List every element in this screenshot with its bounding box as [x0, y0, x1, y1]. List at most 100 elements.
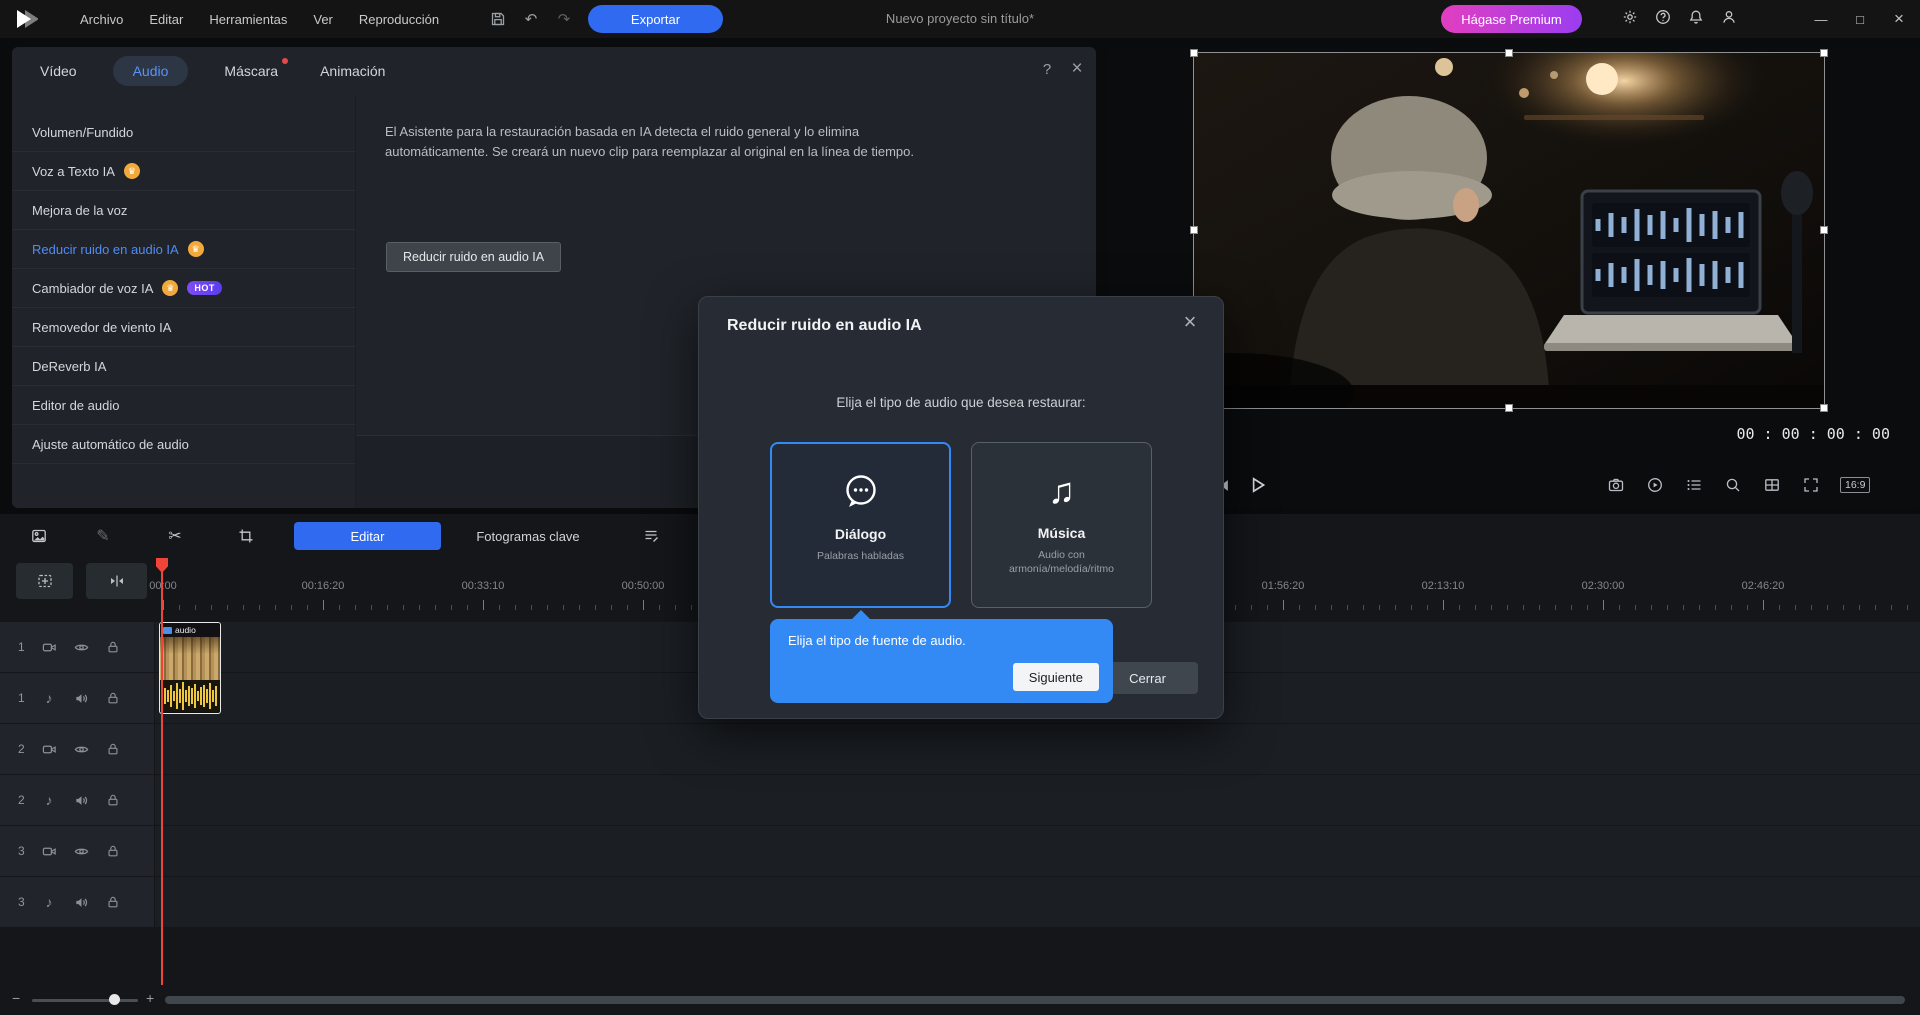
- toggle-visibility-eye-icon[interactable]: [72, 638, 90, 656]
- aspect-ratio-button[interactable]: 16:9: [1840, 477, 1870, 493]
- sidebar-item-editor-audio[interactable]: Editor de audio: [12, 386, 355, 425]
- markers-list-icon[interactable]: [1684, 475, 1704, 495]
- keyframes-tab[interactable]: Fotogramas clave: [447, 522, 609, 550]
- snapshot-camera-icon[interactable]: [1606, 475, 1626, 495]
- zoom-slider-track[interactable]: [32, 999, 138, 1002]
- option-sublabel: Palabras habladas: [786, 549, 936, 563]
- lock-track-icon[interactable]: [104, 740, 122, 758]
- timeline-horizontal-scrollbar[interactable]: [165, 996, 1905, 1004]
- track-lane[interactable]: [155, 826, 1920, 876]
- sidebar-item-removedor-viento[interactable]: Removedor de viento IA: [12, 308, 355, 347]
- zoom-in-icon[interactable]: +: [146, 990, 154, 1006]
- preview-panel: 00 : 00 : 00 : 00 16:9: [1108, 47, 1920, 508]
- ruler-label: 02:46:20: [1742, 580, 1785, 592]
- menu-archivo[interactable]: Archivo: [80, 12, 123, 27]
- toggle-visibility-eye-icon[interactable]: [72, 842, 90, 860]
- account-user-icon[interactable]: [1721, 9, 1737, 30]
- selection-handle[interactable]: [1190, 49, 1198, 57]
- track-row-audio-3: 3 ♪: [0, 877, 1920, 927]
- selection-handle[interactable]: [1505, 404, 1513, 412]
- adjustment-notes-icon[interactable]: [638, 523, 664, 549]
- selection-handle[interactable]: [1820, 49, 1828, 57]
- lock-track-icon[interactable]: [104, 893, 122, 911]
- dialog-close-icon[interactable]: ×: [1177, 309, 1203, 335]
- audio-track-icon: ♪: [40, 893, 58, 911]
- track-number: 3: [18, 844, 26, 858]
- selection-handle[interactable]: [1820, 404, 1828, 412]
- video-track-icon: [40, 740, 58, 758]
- zoom-slider-knob[interactable]: [109, 994, 120, 1005]
- close-window-button[interactable]: ×: [1884, 4, 1914, 34]
- tab-audio[interactable]: Audio: [113, 56, 189, 86]
- crop-icon[interactable]: [233, 523, 259, 549]
- selection-handle[interactable]: [1820, 226, 1828, 234]
- mute-speaker-icon[interactable]: [72, 893, 90, 911]
- tab-animacion[interactable]: Animación: [314, 56, 391, 86]
- help-icon[interactable]: [1655, 9, 1671, 30]
- split-screen-icon[interactable]: [1762, 475, 1782, 495]
- track-lane[interactable]: [155, 775, 1920, 825]
- zoom-out-icon[interactable]: −: [12, 990, 20, 1006]
- mute-speaker-icon[interactable]: [72, 791, 90, 809]
- clip-badge: audio: [160, 623, 220, 637]
- preview-video-frame[interactable]: [1194, 53, 1824, 408]
- premium-crown-icon: ♛: [188, 241, 204, 257]
- settings-gear-icon[interactable]: [1622, 9, 1638, 30]
- tab-video[interactable]: Vídeo: [34, 56, 83, 86]
- media-library-icon[interactable]: [26, 523, 52, 549]
- undo-icon[interactable]: ↶: [520, 8, 542, 30]
- selection-handle[interactable]: [1505, 49, 1513, 57]
- menu-ver[interactable]: Ver: [313, 12, 333, 27]
- scissors-split-icon[interactable]: ✂: [162, 523, 188, 549]
- hot-badge: HOT: [187, 281, 222, 295]
- minimize-button[interactable]: —: [1806, 4, 1836, 34]
- menu-reproduccion[interactable]: Reproducción: [359, 12, 439, 27]
- menu-herramientas[interactable]: Herramientas: [209, 12, 287, 27]
- sidebar-item-mejora-voz[interactable]: Mejora de la voz: [12, 191, 355, 230]
- sidebar-item-dereverb[interactable]: DeReverb IA: [12, 347, 355, 386]
- playhead-line[interactable]: [161, 558, 163, 985]
- selection-handle[interactable]: [1190, 226, 1198, 234]
- lock-track-icon[interactable]: [104, 791, 122, 809]
- toggle-visibility-eye-icon[interactable]: [72, 740, 90, 758]
- menu-editar[interactable]: Editar: [149, 12, 183, 27]
- reduce-noise-button[interactable]: Reducir ruido en audio IA: [386, 242, 561, 272]
- export-button[interactable]: Exportar: [588, 5, 723, 33]
- option-sublabel: Audio con armonía/melodía/ritmo: [987, 548, 1137, 576]
- render-preview-icon[interactable]: [1645, 475, 1665, 495]
- lock-track-icon[interactable]: [104, 842, 122, 860]
- save-icon[interactable]: [487, 8, 509, 30]
- notifications-bell-icon[interactable]: [1688, 9, 1704, 30]
- lock-track-icon[interactable]: [104, 689, 122, 707]
- sidebar-item-reducir-ruido[interactable]: Reducir ruido en audio IA♛: [12, 230, 355, 269]
- sidebar-item-volumen-fundido[interactable]: Volumen/Fundido: [12, 113, 355, 152]
- panel-close-icon[interactable]: ×: [1066, 58, 1088, 80]
- tooltip-arrow: [852, 610, 870, 619]
- ruler-label: 00:00: [149, 580, 177, 592]
- tab-mascara[interactable]: Máscara: [218, 56, 284, 86]
- option-card-musica[interactable]: ♫ Música Audio con armonía/melodía/ritmo: [971, 442, 1152, 608]
- track-lane[interactable]: [155, 724, 1920, 774]
- option-card-dialogo[interactable]: Diálogo Palabras habladas: [770, 442, 951, 608]
- play-icon[interactable]: [1248, 475, 1268, 495]
- premium-button[interactable]: Hágase Premium: [1441, 5, 1582, 33]
- lock-track-icon[interactable]: [104, 638, 122, 656]
- panel-help-icon[interactable]: ?: [1036, 61, 1058, 78]
- project-title: Nuevo proyecto sin título*: [886, 11, 1034, 26]
- sidebar-item-cambiador-voz[interactable]: Cambiador de voz IA♛HOT: [12, 269, 355, 308]
- track-lane[interactable]: [155, 877, 1920, 927]
- redo-icon[interactable]: ↷: [553, 8, 575, 30]
- edit-mode-tab[interactable]: Editar: [294, 522, 441, 550]
- mute-speaker-icon[interactable]: [72, 689, 90, 707]
- timeline-clip[interactable]: audio: [159, 622, 221, 714]
- snapping-button[interactable]: [86, 563, 147, 599]
- pencil-edit-icon[interactable]: ✎: [90, 523, 116, 549]
- preview-zoom-icon[interactable]: [1723, 475, 1743, 495]
- sidebar-item-voz-a-texto[interactable]: Voz a Texto IA♛: [12, 152, 355, 191]
- fullscreen-icon[interactable]: [1801, 475, 1821, 495]
- maximize-button[interactable]: □: [1845, 4, 1875, 34]
- manage-tracks-button[interactable]: [16, 563, 73, 599]
- sidebar-item-ajuste-automatico[interactable]: Ajuste automático de audio: [12, 425, 355, 464]
- track-number: 1: [18, 691, 26, 705]
- siguiente-button[interactable]: Siguiente: [1013, 663, 1099, 691]
